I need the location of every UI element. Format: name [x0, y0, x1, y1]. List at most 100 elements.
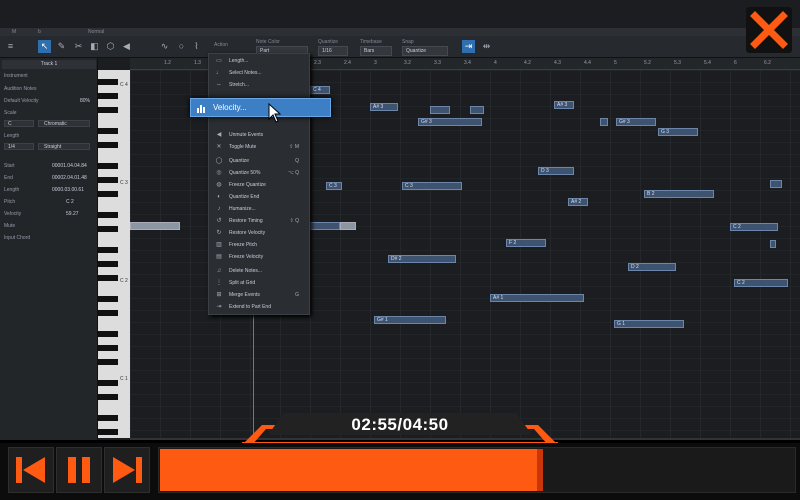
black-key[interactable]: [98, 177, 118, 183]
black-key[interactable]: [98, 261, 118, 267]
menu-item[interactable]: ◎ Quantize 50% ⌥ Q: [209, 168, 309, 179]
midi-note[interactable]: C 2: [734, 279, 788, 287]
menu-icon[interactable]: ≡: [4, 40, 17, 53]
progress-handle[interactable]: [536, 449, 543, 491]
menu-item[interactable]: ◯ Quantize Q: [209, 156, 309, 167]
menu-item[interactable]: ▤ Freeze Velocity: [209, 252, 309, 263]
midi-note[interactable]: A# 2: [568, 198, 588, 206]
midi-note[interactable]: G# 3: [616, 118, 656, 126]
black-key[interactable]: [98, 107, 118, 113]
range-tool-icon[interactable]: ⌇: [190, 40, 203, 53]
timebase-select[interactable]: Bars: [360, 46, 392, 56]
black-key[interactable]: [98, 415, 118, 421]
end-value[interactable]: 00002.04.01.48: [52, 175, 87, 181]
skip-forward-button[interactable]: [104, 447, 150, 493]
menu-item[interactable]: ↻ Restore Velocity: [209, 228, 309, 239]
black-key[interactable]: [98, 310, 118, 316]
progress-bar[interactable]: [158, 447, 796, 493]
curve-tool-icon[interactable]: ∿: [158, 40, 171, 53]
black-key[interactable]: [98, 331, 118, 337]
track-name[interactable]: Track 1: [2, 60, 96, 69]
eraser-tool-icon[interactable]: ◧: [88, 40, 101, 53]
loop-tool-icon[interactable]: ○: [175, 40, 188, 53]
midi-note[interactable]: G# 3: [418, 118, 482, 126]
arrow-tool-icon[interactable]: ↖: [38, 40, 51, 53]
menu-item[interactable]: ⇔ Stretch...: [209, 80, 309, 91]
default-velocity-value[interactable]: 80%: [80, 98, 90, 104]
midi-note[interactable]: A# 3: [370, 103, 398, 111]
black-key[interactable]: [98, 191, 118, 197]
audition-notes-label[interactable]: Audition Notes: [4, 86, 37, 92]
black-key[interactable]: [98, 429, 118, 435]
velocity-value[interactable]: 59.27: [66, 211, 79, 217]
black-key[interactable]: [98, 79, 118, 85]
midi-note[interactable]: [770, 180, 782, 188]
black-key[interactable]: [98, 226, 118, 232]
menu-item[interactable]: ⊞ Merge Events G: [209, 290, 309, 301]
midi-note[interactable]: G 3: [658, 128, 698, 136]
midi-note[interactable]: G 1: [614, 320, 684, 328]
menu-item[interactable]: ▭ Length...: [209, 56, 309, 67]
black-key[interactable]: [98, 359, 118, 365]
pitch-value[interactable]: C 2: [66, 199, 74, 205]
midi-note[interactable]: [310, 222, 340, 230]
black-key[interactable]: [98, 275, 118, 281]
menu-item[interactable]: ◀ Unmute Events: [209, 130, 309, 141]
black-key[interactable]: [98, 247, 118, 253]
black-key[interactable]: [98, 212, 118, 218]
menu-item[interactable]: ◐ Quantize End: [209, 192, 309, 203]
black-key[interactable]: [98, 128, 118, 134]
menu-item[interactable]: ♩ Select Notes...: [209, 68, 309, 79]
black-key[interactable]: [98, 394, 118, 400]
midi-note[interactable]: D# 2: [388, 255, 456, 263]
menu-item[interactable]: ⇥ Extend to Part End: [209, 302, 309, 313]
grid-toggle-icon[interactable]: ⇹: [480, 40, 493, 53]
piano-keyboard[interactable]: C 4 C 3 C 2 C 1: [98, 70, 130, 438]
pause-button[interactable]: [56, 447, 102, 493]
black-key[interactable]: [98, 345, 118, 351]
midi-note[interactable]: G# 1: [374, 316, 446, 324]
black-key[interactable]: [98, 380, 118, 386]
midi-note[interactable]: [770, 240, 776, 248]
start-value[interactable]: 00001.04.04.84: [52, 163, 87, 169]
speaker-tool-icon[interactable]: ◀: [120, 40, 133, 53]
black-key[interactable]: [98, 142, 118, 148]
menu-item[interactable]: ◍ Freeze Quantize: [209, 180, 309, 191]
midi-note[interactable]: A# 1: [490, 294, 584, 302]
scissors-tool-icon[interactable]: ✂: [72, 40, 85, 53]
menu-item[interactable]: ⋮ Split at Grid: [209, 278, 309, 289]
quantize-select[interactable]: 1/16: [318, 46, 348, 56]
action-button[interactable]: Action: [214, 42, 228, 48]
midi-note[interactable]: A# 3: [554, 101, 574, 109]
midi-note[interactable]: D 3: [538, 167, 574, 175]
midi-note[interactable]: [130, 222, 180, 230]
snap-select[interactable]: Quantize: [402, 46, 448, 56]
mute-label[interactable]: Mute: [4, 223, 15, 229]
midi-note[interactable]: [340, 222, 356, 230]
midi-note[interactable]: [430, 106, 450, 114]
paint-tool-icon[interactable]: ⬡: [104, 40, 117, 53]
close-icon[interactable]: [746, 7, 792, 53]
input-chord-label[interactable]: Input Chord: [4, 235, 30, 241]
midi-note[interactable]: [600, 118, 608, 126]
black-key[interactable]: [98, 93, 118, 99]
menu-item[interactable]: ♪ Humanize...: [209, 204, 309, 215]
menu-item[interactable]: ♫ Delete Notes...: [209, 266, 309, 277]
midi-note[interactable]: F 2: [506, 239, 546, 247]
black-key[interactable]: [98, 163, 118, 169]
menu-item[interactable]: ↺ Restore Timing ⇧ Q: [209, 216, 309, 227]
pencil-tool-icon[interactable]: ✎: [55, 40, 68, 53]
midi-note[interactable]: B 2: [644, 190, 714, 198]
menu-item[interactable]: ✕ Toggle Mute ⇧ M: [209, 142, 309, 153]
snap-toggle-icon[interactable]: ⇥: [462, 40, 475, 53]
note-length-value[interactable]: 0000.03.00.61: [52, 187, 84, 193]
midi-note[interactable]: C 3: [402, 182, 462, 190]
velocity-menu-item[interactable]: Velocity...: [190, 98, 331, 117]
midi-note[interactable]: C 4: [310, 86, 330, 94]
menu-item[interactable]: ▥ Freeze Pitch: [209, 240, 309, 251]
midi-note[interactable]: C 2: [730, 223, 778, 231]
black-key[interactable]: [98, 296, 118, 302]
skip-back-button[interactable]: [8, 447, 54, 493]
midi-note[interactable]: C 3: [326, 182, 342, 190]
midi-note[interactable]: D 2: [628, 263, 676, 271]
